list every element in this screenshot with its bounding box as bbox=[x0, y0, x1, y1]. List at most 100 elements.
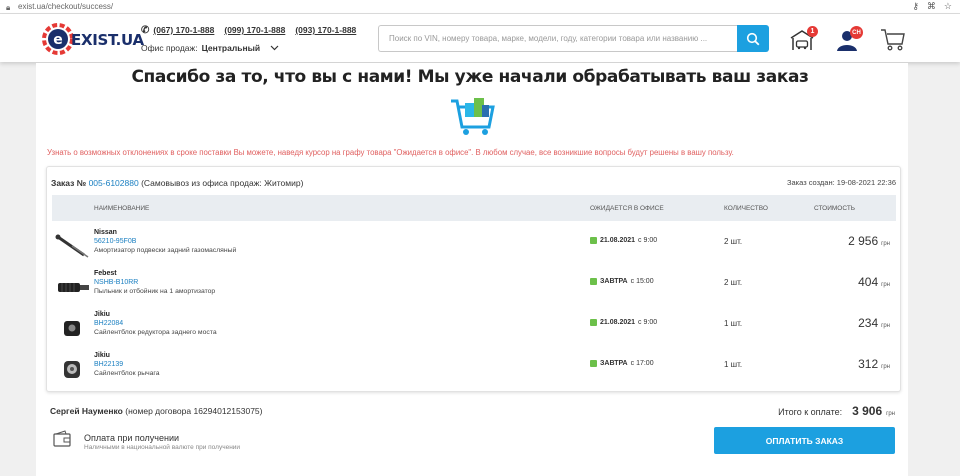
total-label: Итого к оплате: bbox=[778, 407, 843, 417]
expected-date: 21.08.2021 bbox=[600, 237, 636, 244]
phone-list: ✆ (067) 170-1-888 (099) 170-1-888 (093) … bbox=[141, 25, 356, 36]
expected-time: с 17:00 bbox=[630, 360, 654, 367]
item-price: 404 грн bbox=[858, 275, 890, 289]
chevron-down-icon bbox=[270, 45, 279, 51]
expected-time: с 9:00 bbox=[638, 319, 658, 326]
column-expected: ОЖИДАЕТСЯ В ОФИСЕ bbox=[590, 205, 664, 212]
item-description: Пыльник и отбойник на 1 амортизатор bbox=[94, 288, 216, 295]
item-code[interactable]: BH22139 bbox=[94, 361, 123, 368]
item-qty: 2 шт. bbox=[724, 237, 743, 246]
contract-number: (номер договора 16294012153075) bbox=[125, 406, 263, 416]
star-icon[interactable]: ☆ bbox=[944, 1, 952, 12]
cart-button[interactable] bbox=[880, 26, 908, 52]
item-description: Сайлентблок редуктора заднего моста bbox=[94, 329, 217, 336]
translate-icon[interactable]: ⌘ bbox=[927, 1, 936, 12]
table-row[interactable]: Jikiu BH22139 Сайлентблок рычага ЗАВТРА с… bbox=[52, 350, 896, 390]
item-description: Сайлентблок рычага bbox=[94, 370, 160, 377]
total-currency: грн bbox=[886, 411, 895, 417]
order-card: Заказ № 005-6102880 (Самовывоз из офиса … bbox=[46, 166, 901, 392]
phone-icon: ✆ bbox=[141, 25, 150, 36]
expected-time: с 15:00 bbox=[630, 278, 654, 285]
garage-badge: 1 bbox=[807, 26, 818, 37]
price-currency: грн bbox=[881, 241, 890, 247]
search-bar bbox=[378, 25, 769, 52]
lock-icon: 🔒︎ bbox=[6, 3, 11, 12]
item-expected[interactable]: 21.08.2021 с 9:00 bbox=[590, 237, 657, 244]
table-row[interactable]: Nissan 56210-95F0B Амортизатор подвески … bbox=[52, 227, 896, 267]
item-code[interactable]: NSHB-B10RR bbox=[94, 279, 138, 286]
item-price: 2 956 грн bbox=[848, 234, 890, 248]
profile-button[interactable]: СН bbox=[836, 26, 864, 52]
table-header: НАИМЕНОВАНИЕ ОЖИДАЕТСЯ В ОФИСЕ КОЛИЧЕСТВ… bbox=[52, 195, 896, 221]
dust-boot-image bbox=[58, 283, 89, 292]
status-square-icon bbox=[590, 237, 597, 244]
browser-url[interactable]: exist.ua/checkout/success/ bbox=[18, 2, 113, 11]
garage-button[interactable]: 1 bbox=[790, 26, 818, 52]
search-button[interactable] bbox=[737, 25, 769, 52]
price-value: 234 bbox=[858, 316, 879, 330]
logo-text: EXIST.UA bbox=[71, 31, 144, 49]
price-currency: грн bbox=[881, 364, 890, 370]
phone-number[interactable]: (067) 170-1-888 bbox=[153, 25, 214, 36]
column-name: НАИМЕНОВАНИЕ bbox=[94, 205, 150, 212]
shopping-cart-illustration-icon bbox=[451, 98, 495, 135]
customer-info: Сергей Науменко (номер договора 16294012… bbox=[50, 406, 262, 416]
item-brand: Jikiu bbox=[94, 311, 110, 318]
item-price: 234 грн bbox=[858, 316, 890, 330]
item-brand: Nissan bbox=[94, 229, 117, 236]
item-expected[interactable]: ЗАВТРА с 15:00 bbox=[590, 278, 654, 285]
payment-method-title: Оплата при получении bbox=[84, 433, 180, 443]
phone-number[interactable]: (093) 170-1-888 bbox=[295, 25, 356, 36]
item-brand: Jikiu bbox=[94, 352, 110, 359]
price-currency: грн bbox=[881, 282, 890, 288]
expected-date: ЗАВТРА bbox=[600, 360, 628, 367]
order-label: Заказ № bbox=[51, 178, 87, 188]
item-qty: 2 шт. bbox=[724, 278, 743, 287]
item-qty: 1 шт. bbox=[724, 360, 743, 369]
table-row[interactable]: Febest NSHB-B10RR Пыльник и отбойник на … bbox=[52, 268, 896, 308]
search-icon bbox=[746, 32, 760, 45]
status-square-icon bbox=[590, 278, 597, 285]
item-description: Амортизатор подвески задний газомасляный bbox=[94, 247, 237, 254]
table-row[interactable]: Jikiu BH22084 Сайлентблок редуктора задн… bbox=[52, 309, 896, 349]
cart-icon bbox=[881, 29, 905, 51]
item-expected[interactable]: 21.08.2021 с 9:00 bbox=[590, 319, 657, 326]
delivery-notice: Узнать о возможных отклонениях в сроке п… bbox=[47, 148, 734, 157]
price-value: 312 bbox=[858, 357, 879, 371]
silent-block-image bbox=[64, 321, 80, 336]
total-value: 3 906 bbox=[852, 404, 883, 418]
price-currency: грн bbox=[881, 323, 890, 329]
shock-absorber-image bbox=[55, 234, 89, 258]
search-input[interactable] bbox=[378, 25, 738, 52]
order-total: Итого к оплате: 3 906 грн bbox=[778, 404, 895, 418]
logo-gear-icon: e bbox=[42, 23, 74, 55]
item-expected[interactable]: ЗАВТРА с 17:00 bbox=[590, 360, 654, 367]
silent-block-image bbox=[64, 361, 80, 378]
customer-name: Сергей Науменко bbox=[50, 406, 123, 416]
payment-method-subtitle: Наличными в национальной валюте при полу… bbox=[84, 444, 241, 451]
column-cost: СТОИМОСТЬ bbox=[814, 205, 856, 212]
expected-date: 21.08.2021 bbox=[600, 319, 636, 326]
page-title: Спасибо за то, что вы с нами! Мы уже нач… bbox=[131, 67, 809, 87]
browser-address-bar[interactable]: 🔒︎ exist.ua/checkout/success/ ⚷ ⌘ ☆ bbox=[0, 0, 960, 14]
expected-date: ЗАВТРА bbox=[600, 278, 628, 285]
column-qty: КОЛИЧЕСТВО bbox=[724, 205, 768, 212]
pay-order-button[interactable]: ОПЛАТИТЬ ЗАКАЗ bbox=[714, 427, 895, 454]
status-square-icon bbox=[590, 360, 597, 367]
office-label: Офис продаж: bbox=[141, 43, 198, 53]
site-logo[interactable]: e EXIST.UA bbox=[41, 22, 144, 56]
order-number[interactable]: 005-6102880 bbox=[89, 178, 139, 188]
office-selector[interactable]: Офис продаж: Центральный bbox=[141, 43, 279, 53]
office-value: Центральный bbox=[201, 43, 261, 53]
wallet-icon bbox=[53, 430, 71, 447]
order-heading: Заказ № 005-6102880 (Самовывоз из офиса … bbox=[51, 178, 303, 188]
item-code[interactable]: BH22084 bbox=[94, 320, 123, 327]
expected-time: с 9:00 bbox=[638, 237, 658, 244]
item-brand: Febest bbox=[94, 270, 117, 277]
phone-number[interactable]: (099) 170-1-888 bbox=[224, 25, 285, 36]
price-value: 404 bbox=[858, 275, 879, 289]
key-icon[interactable]: ⚷ bbox=[912, 1, 919, 12]
price-value: 2 956 bbox=[848, 234, 879, 248]
item-code[interactable]: 56210-95F0B bbox=[94, 238, 136, 245]
item-qty: 1 шт. bbox=[724, 319, 743, 328]
